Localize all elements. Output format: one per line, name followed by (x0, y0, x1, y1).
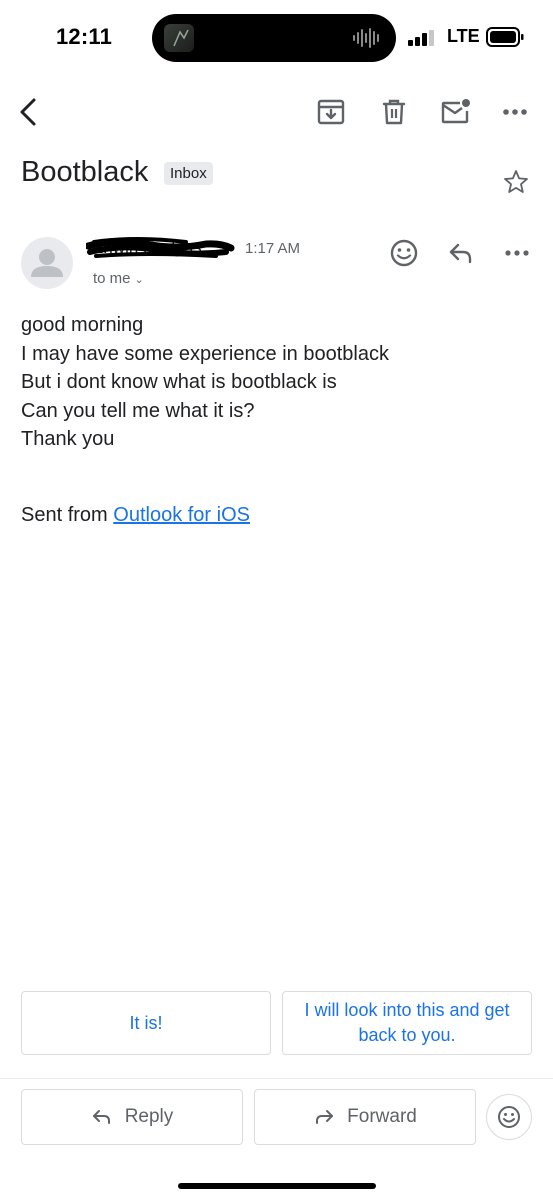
body-line: But i dont know what is bootblack is (21, 371, 337, 393)
reply-label: Reply (124, 1106, 174, 1127)
person-icon (31, 249, 63, 277)
email-body: good morning I may have some experience … (21, 311, 521, 454)
emoji-reaction-button[interactable] (486, 1094, 532, 1140)
body-line: Thank you (21, 428, 115, 450)
inbox-label-chip[interactable]: Inbox (164, 162, 213, 185)
message-more-icon[interactable] (504, 248, 530, 258)
reply-button[interactable]: Reply (21, 1089, 243, 1145)
avatar[interactable] (21, 237, 73, 289)
archive-icon[interactable] (316, 98, 346, 126)
home-indicator[interactable] (178, 1183, 376, 1189)
reply-icon[interactable] (447, 240, 475, 266)
email-subject: Bootblack (21, 156, 149, 188)
body-line: Can you tell me what it is? (21, 399, 255, 422)
recipient-details-toggle[interactable]: to me ⌄ (93, 270, 144, 287)
outlook-link[interactable]: Outlook for iOS (113, 504, 250, 526)
email-signature: Sent from Outlook for iOS (21, 504, 250, 527)
smart-reply-1[interactable]: It is! (21, 991, 271, 1055)
network-type: LTE (447, 26, 480, 46)
smart-reply-2[interactable]: I will look into this and get back to yo… (282, 991, 532, 1055)
forward-label: Forward (347, 1106, 417, 1127)
chevron-down-icon: ⌄ (134, 274, 144, 286)
star-icon[interactable] (502, 168, 530, 196)
back-arrow-icon[interactable] (14, 96, 42, 128)
battery-icon (486, 27, 524, 47)
reply-icon (92, 1110, 110, 1124)
redaction-scribble (86, 237, 235, 258)
add-reaction-icon[interactable] (389, 238, 419, 268)
now-playing-artwork (164, 24, 194, 52)
signature-text: Sent from (21, 504, 114, 526)
recipient-label: to me (93, 270, 131, 287)
dynamic-island (152, 14, 396, 62)
body-line: I may have some experience in bootblack (21, 342, 389, 365)
divider (0, 1078, 553, 1079)
audio-waveform-icon (353, 28, 379, 48)
more-horizontal-icon[interactable] (500, 100, 530, 124)
smiley-icon (498, 1106, 520, 1128)
status-time: 12:11 (56, 24, 113, 49)
forward-icon (316, 1110, 334, 1124)
trash-icon[interactable] (380, 98, 408, 126)
forward-button[interactable]: Forward (254, 1089, 476, 1145)
mark-unread-icon[interactable] (440, 98, 472, 126)
email-screen: 12:11 LTE Bootblack Inbox Enwin Fvelyns … (0, 0, 553, 1200)
body-line: good morning (21, 314, 144, 336)
email-time: 1:17 AM (245, 240, 301, 257)
cellular-signal-icon (408, 30, 434, 46)
